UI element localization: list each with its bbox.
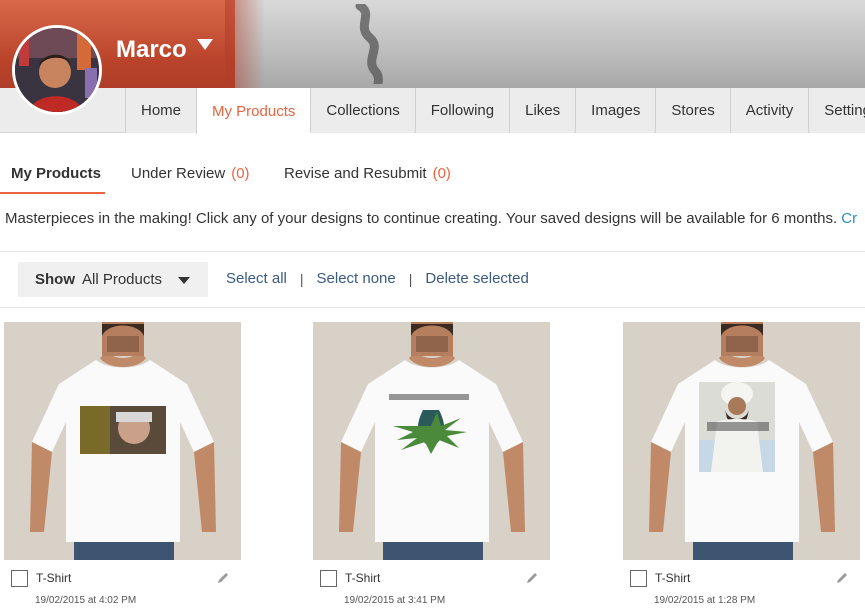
subtab-my-products-label: My Products (11, 165, 101, 182)
tshirt-mockup-image (623, 322, 860, 560)
pencil-icon[interactable] (525, 571, 539, 585)
tab-stores[interactable]: Stores (655, 88, 729, 133)
caret-down-icon (178, 277, 190, 284)
product-card: T-Shirt 19/02/2015 at 3:41 PM (313, 322, 550, 611)
subtab-revise-resubmit-label: Revise and Resubmit (284, 165, 427, 182)
tshirt-mockup-image (313, 322, 550, 560)
tab-settings[interactable]: Settings (808, 88, 865, 133)
product-type: T-Shirt (655, 571, 690, 585)
product-thumbnail[interactable] (623, 322, 860, 560)
show-value: All Products (82, 271, 162, 288)
product-card: T-Shirt 19/02/2015 at 4:02 PM (4, 322, 241, 611)
tab-following[interactable]: Following (415, 88, 509, 133)
header-fade (225, 0, 265, 88)
pencil-icon[interactable] (216, 571, 230, 585)
product-thumbnail[interactable] (313, 322, 550, 560)
tab-home[interactable]: Home (125, 88, 196, 133)
show-label: Show (35, 271, 75, 288)
product-select-checkbox[interactable] (11, 570, 28, 587)
subtab-under-review[interactable]: Under Review (0) (131, 152, 250, 194)
product-type: T-Shirt (36, 571, 71, 585)
username[interactable]: Marco (116, 36, 187, 64)
product-thumbnail[interactable] (4, 322, 241, 560)
show-filter-dropdown[interactable]: Show All Products (18, 262, 208, 297)
tab-images[interactable]: Images (575, 88, 655, 133)
product-card: T-Shirt 19/02/2015 at 1:28 PM (623, 322, 860, 611)
subtabs: My Products Under Review (0) Revise and R… (0, 152, 865, 194)
bulk-actions: Select all | Select none | Delete select… (226, 270, 529, 287)
product-date: 19/02/2015 at 4:02 PM (35, 595, 136, 606)
header-banner-graphic (352, 4, 388, 84)
product-date: 19/02/2015 at 3:41 PM (344, 595, 445, 606)
select-none-link[interactable]: Select none (317, 270, 396, 287)
avatar[interactable] (12, 25, 102, 115)
subtab-under-review-label: Under Review (131, 165, 225, 182)
separator: | (409, 271, 413, 287)
product-type: T-Shirt (345, 571, 380, 585)
product-select-checkbox[interactable] (320, 570, 337, 587)
delete-selected-link[interactable]: Delete selected (425, 270, 528, 287)
tab-activity[interactable]: Activity (730, 88, 809, 133)
main-nav: Home My Products Collections Following L… (0, 88, 865, 133)
tab-collections[interactable]: Collections (310, 88, 414, 133)
avatar-photo (15, 28, 99, 112)
divider (0, 251, 865, 252)
revise-resubmit-count: (0) (433, 165, 451, 182)
description-text: Masterpieces in the making! Click any of… (5, 210, 837, 227)
select-all-link[interactable]: Select all (226, 270, 287, 287)
description-link[interactable]: Cr (841, 210, 857, 227)
tab-my-products[interactable]: My Products (196, 88, 310, 134)
product-select-checkbox[interactable] (630, 570, 647, 587)
tshirt-mockup-image (4, 322, 241, 560)
product-date: 19/02/2015 at 1:28 PM (654, 595, 755, 606)
tab-likes[interactable]: Likes (509, 88, 575, 133)
subtab-my-products[interactable]: My Products (0, 152, 105, 194)
subtab-revise-resubmit[interactable]: Revise and Resubmit (0) (284, 152, 451, 194)
under-review-count: (0) (231, 165, 249, 182)
pencil-icon[interactable] (835, 571, 849, 585)
divider (0, 307, 865, 308)
separator: | (300, 271, 304, 287)
page-description: Masterpieces in the making! Click any of… (5, 210, 857, 227)
user-menu[interactable]: Marco (116, 36, 213, 64)
caret-down-icon[interactable] (197, 39, 213, 50)
